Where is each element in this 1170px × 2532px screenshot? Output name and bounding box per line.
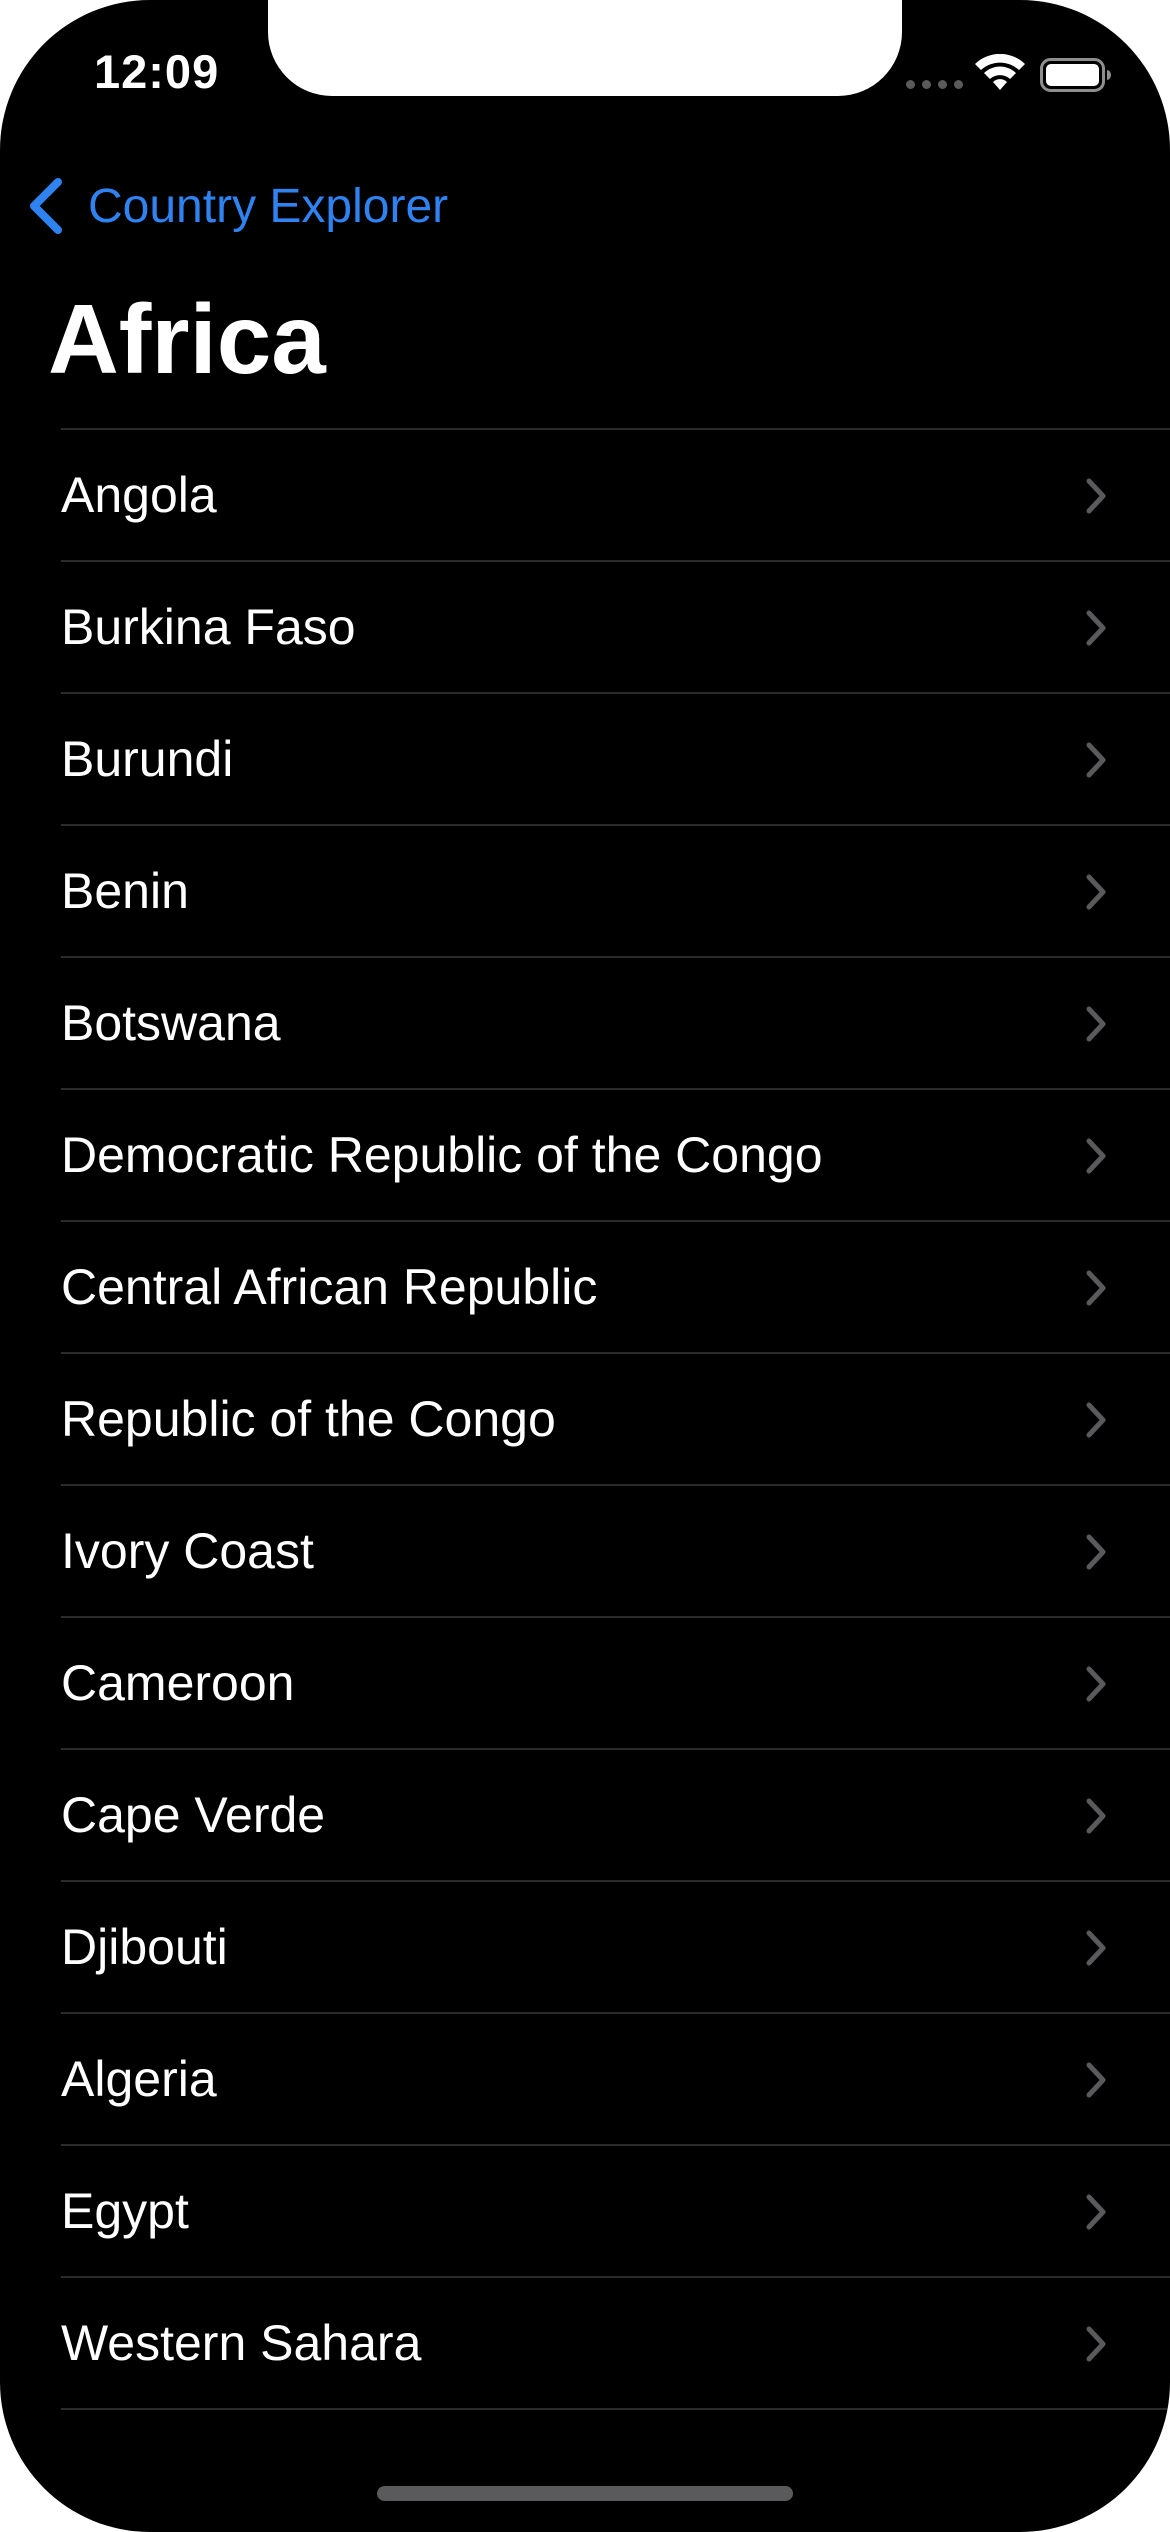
list-item[interactable]: Ivory Coast [61, 1486, 1170, 1618]
chevron-right-icon [1086, 1270, 1106, 1306]
wifi-icon [975, 54, 1025, 90]
phone-screen: 12:09 Country Explorer Africa Angola Burk… [0, 0, 1170, 2532]
chevron-right-icon [1086, 1138, 1106, 1174]
list-item[interactable]: Republic of the Congo [61, 1354, 1170, 1486]
list-item[interactable]: Djibouti [61, 1882, 1170, 2014]
list-item[interactable]: Algeria [61, 2014, 1170, 2146]
notch [268, 0, 902, 96]
chevron-right-icon [1086, 1666, 1106, 1702]
chevron-right-icon [1086, 2062, 1106, 2098]
signal-dots-icon [906, 80, 963, 89]
chevron-right-icon [1086, 1534, 1106, 1570]
list-item-label: Botswana [61, 995, 281, 1051]
list-item[interactable]: Burundi [61, 694, 1170, 826]
chevron-right-icon [1086, 478, 1106, 514]
chevron-right-icon [1086, 874, 1106, 910]
list-item[interactable]: Benin [61, 826, 1170, 958]
list-item[interactable]: Western Sahara [61, 2278, 1170, 2410]
list-item[interactable]: Cape Verde [61, 1750, 1170, 1882]
back-button-label: Country Explorer [88, 179, 449, 233]
chevron-right-icon [1086, 1798, 1106, 1834]
chevron-right-icon [1086, 1930, 1106, 1966]
page-title: Africa [48, 284, 326, 394]
list-item[interactable]: Botswana [61, 958, 1170, 1090]
chevron-right-icon [1086, 1402, 1106, 1438]
chevron-right-icon [1086, 742, 1106, 778]
battery-icon [1040, 58, 1111, 92]
list-item-label: Democratic Republic of the Congo [61, 1127, 823, 1183]
home-indicator[interactable] [377, 2486, 793, 2501]
list-item[interactable]: Cameroon [61, 1618, 1170, 1750]
list-item[interactable]: Angola [61, 430, 1170, 562]
chevron-right-icon [1086, 2194, 1106, 2230]
list-item-label: Benin [61, 863, 189, 919]
list-item[interactable]: Central African Republic [61, 1222, 1170, 1354]
list-item-label: Burundi [61, 731, 234, 787]
list-item[interactable]: Democratic Republic of the Congo [61, 1090, 1170, 1222]
list-item-label: Cape Verde [61, 1787, 326, 1843]
status-time: 12:09 [94, 45, 220, 98]
list-item-label: Central African Republic [61, 1259, 598, 1315]
list-item-label: Republic of the Congo [61, 1391, 556, 1447]
chevron-left-icon [30, 178, 62, 234]
chevron-right-icon [1086, 2326, 1106, 2362]
list-item[interactable]: Egypt [61, 2146, 1170, 2278]
list-item-label: Angola [61, 467, 217, 523]
list-item-label: Djibouti [61, 1919, 228, 1975]
list-item-label: Ivory Coast [61, 1523, 314, 1579]
chevron-right-icon [1086, 610, 1106, 646]
list-item[interactable]: Burkina Faso [61, 562, 1170, 694]
chevron-right-icon [1086, 1006, 1106, 1042]
list-item-label: Western Sahara [61, 2315, 422, 2371]
list-item-label: Cameroon [61, 1655, 295, 1711]
country-list: Angola Burkina Faso Burundi Benin Botswana De… [61, 428, 1170, 2410]
list-item-label: Algeria [61, 2051, 217, 2107]
list-item-label: Egypt [61, 2183, 189, 2239]
list-item-label: Burkina Faso [61, 599, 356, 655]
back-button[interactable]: Country Explorer [26, 176, 448, 236]
